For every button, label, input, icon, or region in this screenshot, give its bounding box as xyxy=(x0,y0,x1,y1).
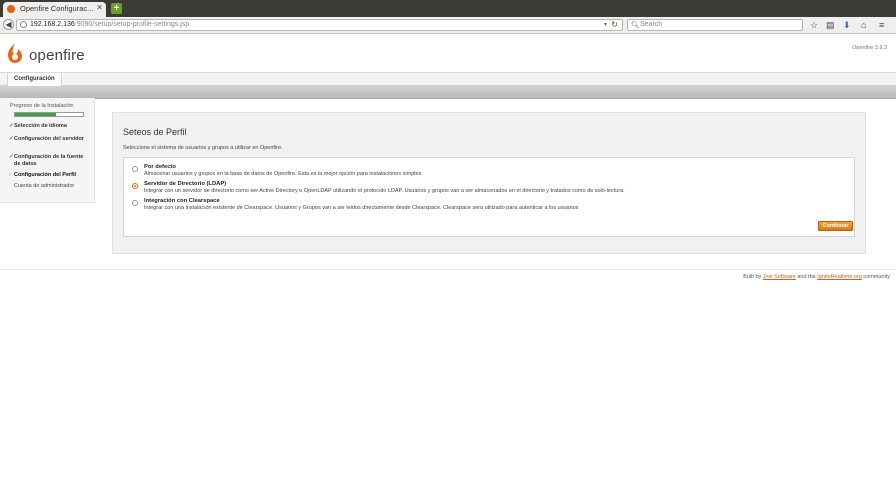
profile-settings-panel: Seteos de Perfil Seleccione el sistema d… xyxy=(112,112,866,254)
sidebar-item-perfil: › Configuración del Perfil xyxy=(9,172,77,178)
close-tab-icon[interactable]: ✕ xyxy=(96,3,103,12)
profile-options-box: Por defecto Almacenar usuarios y grupos … xyxy=(123,157,855,237)
page-description: Seleccione el sistema de usuarios y grup… xyxy=(123,145,283,151)
search-bar[interactable]: 🔍︎ Search xyxy=(627,19,803,31)
progress-bar xyxy=(14,112,84,117)
option-label[interactable]: Integración con Clearspace xyxy=(144,198,220,204)
globe-icon xyxy=(20,21,27,28)
footer: Built by Jive Software and the IgniteRea… xyxy=(743,274,890,280)
url-bar[interactable]: 192.168.2.136:9090/setup/setup-profile-s… xyxy=(16,19,623,31)
continue-button[interactable]: Continuar xyxy=(818,221,853,231)
current-step-arrow-icon: › xyxy=(9,172,11,178)
setup-progress-sidebar: Progreso de la Instalación ✓ Selección d… xyxy=(0,98,95,203)
sidebar-item-fuente-datos: ✓ Configuración de la fuente de datos xyxy=(9,154,84,167)
reload-icon[interactable]: ↻ xyxy=(611,20,618,29)
back-arrow-icon[interactable]: ◀ xyxy=(3,19,14,30)
sidebar-item-administrador: Cuenta de administrador xyxy=(14,183,75,189)
browser-tab[interactable]: Openfire Configurac... ✕ xyxy=(3,2,106,17)
checkmark-icon: ✓ xyxy=(9,154,14,160)
option-description: Integrar con una instalación existente d… xyxy=(144,205,579,211)
tab-configuracion[interactable]: Configuración xyxy=(7,73,62,86)
page-title: Seteos de Perfil xyxy=(123,127,187,137)
igniterealtime-link[interactable]: IgniteRealtime.org xyxy=(817,274,862,280)
radio-por-defecto[interactable] xyxy=(132,166,138,172)
radio-ldap[interactable] xyxy=(132,183,138,189)
jive-software-link[interactable]: Jive Software xyxy=(763,274,796,280)
version-label: Openfire 3.9.3 xyxy=(852,45,887,51)
option-description: Almacenar usuarios y grupos en la base d… xyxy=(144,171,423,177)
bookmark-star-icon[interactable]: ☆ xyxy=(810,20,818,30)
new-tab-plus-icon[interactable]: + xyxy=(111,3,122,14)
footer-text: Built by xyxy=(743,274,762,280)
bookmarks-list-icon[interactable]: ▤ xyxy=(826,20,835,30)
checkmark-icon: ✓ xyxy=(9,136,14,142)
top-navigation: Configuración xyxy=(0,72,896,86)
download-icon[interactable]: ⬇ xyxy=(843,20,851,30)
checkmark-icon: ✓ xyxy=(9,123,14,129)
radio-clearspace[interactable] xyxy=(132,200,138,206)
progress-title: Progreso de la Instalación xyxy=(10,103,74,109)
openfire-favicon-icon xyxy=(7,5,15,13)
sidebar-item-servidor: ✓ Configuración del servidor xyxy=(9,136,84,142)
menu-icon[interactable]: ≡ xyxy=(879,20,884,30)
tab-title: Openfire Configurac... xyxy=(20,4,94,13)
footer-divider xyxy=(0,269,896,270)
url-text[interactable]: 192.168.2.136:9090/setup/setup-profile-s… xyxy=(30,21,189,28)
search-placeholder: Search xyxy=(640,21,663,28)
option-label[interactable]: Servidor de Directorio (LDAP) xyxy=(144,181,226,187)
openfire-logo-icon xyxy=(8,43,22,63)
url-dropdown-icon[interactable]: ▾ xyxy=(604,21,607,28)
sub-navigation-bar xyxy=(0,86,896,99)
option-label[interactable]: Por defecto xyxy=(144,164,176,170)
search-icon: 🔍︎ xyxy=(631,22,640,29)
browser-nav-bar: ◀ 192.168.2.136:9090/setup/setup-profile… xyxy=(0,17,896,34)
footer-text: community xyxy=(863,274,890,280)
openfire-logo-text: openfire xyxy=(29,47,85,64)
home-icon[interactable]: ⌂ xyxy=(861,20,866,30)
option-description: Integrar con un servidor de directorio c… xyxy=(144,188,625,194)
sidebar-item-idioma: ✓ Selección de idioma xyxy=(9,123,67,129)
browser-tab-bar: Openfire Configurac... ✕ + xyxy=(0,0,896,17)
footer-text: and the xyxy=(797,274,816,280)
progress-bar-fill xyxy=(15,113,56,116)
